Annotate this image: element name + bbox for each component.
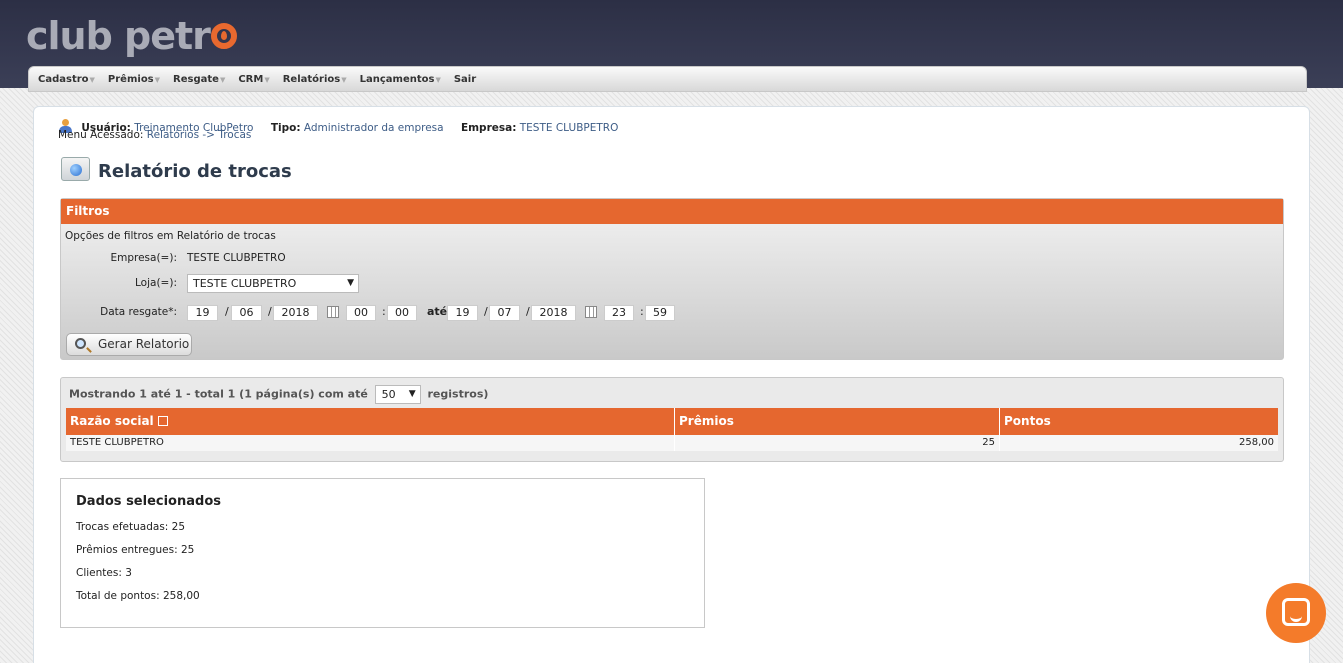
page-size-select[interactable]: 50 ▼ (374, 385, 421, 404)
calendar-icon[interactable] (327, 306, 339, 318)
to-year-input[interactable]: 2018 (531, 305, 576, 321)
results-table: Razão social Prêmios Pontos TESTE CLUBPE… (66, 408, 1278, 451)
gerar-relatorio-button[interactable]: Gerar Relatorio (66, 333, 192, 356)
to-hour-input[interactable]: 23 (604, 305, 634, 321)
loja-label: Loja(=): (135, 277, 177, 289)
loja-select[interactable]: TESTE CLUBPETRO ▼ (187, 274, 359, 293)
chat-launcher-button[interactable] (1266, 583, 1326, 643)
globe-window-icon (61, 157, 90, 181)
from-month-input[interactable]: 06 (231, 305, 262, 321)
empresa-filter-value: TESTE CLUBPETRO (187, 252, 286, 264)
menu-sair[interactable]: Sair (454, 74, 476, 85)
from-year-input[interactable]: 2018 (273, 305, 318, 321)
cell-premios: 25 (675, 435, 1000, 451)
empresa-label: Empresa(=): (110, 252, 177, 264)
premios-entregues: Prêmios entregues: 25 (76, 544, 195, 556)
column-premios[interactable]: Prêmios (675, 408, 1000, 435)
chat-icon (1282, 598, 1310, 626)
total-pontos: Total de pontos: 258,00 (76, 590, 200, 602)
menu-cadastro[interactable]: Cadastro▼ (38, 74, 95, 85)
empresa-value: TESTE CLUBPETRO (519, 122, 619, 134)
tipo-value: Administrador da empresa (303, 122, 444, 134)
cell-razao-social: TESTE CLUBPETRO (66, 435, 675, 451)
page-title: Relatório de trocas (98, 161, 292, 182)
menu-premios[interactable]: Prêmios▼ (108, 74, 160, 85)
column-pontos[interactable]: Pontos (1000, 408, 1278, 435)
filters-box: Filtros Opções de filtros em Relatório d… (60, 198, 1284, 360)
to-minute-input[interactable]: 59 (645, 305, 675, 321)
breadcrumb-path[interactable]: Relatórios -> Trocas (147, 129, 252, 141)
column-razao-social[interactable]: Razão social (66, 408, 675, 435)
cell-pontos: 258,00 (1239, 437, 1274, 448)
pagination-info: Mostrando 1 até 1 - total 1 (1 página(s)… (69, 385, 488, 404)
logo-text: club petr (26, 14, 211, 58)
chevron-down-icon: ▼ (347, 278, 354, 288)
from-hour-input[interactable]: 00 (346, 305, 376, 321)
main-menu: Cadastro▼ Prêmios▼ Resgate▼ CRM▼ Relatór… (28, 66, 1307, 92)
from-day-input[interactable]: 19 (187, 305, 218, 321)
results-box: Mostrando 1 até 1 - total 1 (1 página(s)… (60, 377, 1284, 462)
magnifier-icon (75, 338, 86, 349)
sort-icon[interactable] (157, 416, 168, 426)
dados-selecionados-box: Dados selecionados Trocas efetuadas: 25 … (60, 478, 705, 628)
ate-label: até (427, 305, 448, 318)
trocas-efetuadas: Trocas efetuadas: 25 (76, 521, 186, 533)
filters-header: Filtros (61, 199, 1283, 224)
to-month-input[interactable]: 07 (489, 305, 520, 321)
to-day-input[interactable]: 19 (447, 305, 478, 321)
clientes-count: Clientes: 3 (76, 567, 132, 579)
date-range: 19 / 06 / 2018 00 : 00 até 19 / 07 / 201… (187, 305, 707, 323)
data-resgate-label: Data resgate*: (100, 306, 177, 318)
breadcrumb: Menu Acessado: Relatórios -> Trocas (58, 129, 252, 141)
dados-title: Dados selecionados (76, 494, 221, 509)
drop-logo-icon (210, 22, 237, 49)
table-header: Razão social Prêmios Pontos (66, 408, 1278, 435)
chevron-down-icon: ▼ (408, 389, 416, 399)
from-minute-input[interactable]: 00 (387, 305, 417, 321)
calendar-icon[interactable] (585, 306, 597, 318)
club-petro-logo[interactable]: club petr (26, 14, 237, 58)
menu-crm[interactable]: CRM▼ (238, 74, 269, 85)
filters-subtitle: Opções de filtros em Relatório de trocas (65, 230, 276, 242)
menu-resgate[interactable]: Resgate▼ (173, 74, 225, 85)
menu-lancamentos[interactable]: Lançamentos▼ (360, 74, 441, 85)
menu-relatorios[interactable]: Relatórios▼ (283, 74, 347, 85)
table-row[interactable]: TESTE CLUBPETRO 25 258,00 (66, 435, 1278, 451)
content-panel: Usuário: Treinamento ClubPetro Tipo: Adm… (33, 106, 1310, 663)
